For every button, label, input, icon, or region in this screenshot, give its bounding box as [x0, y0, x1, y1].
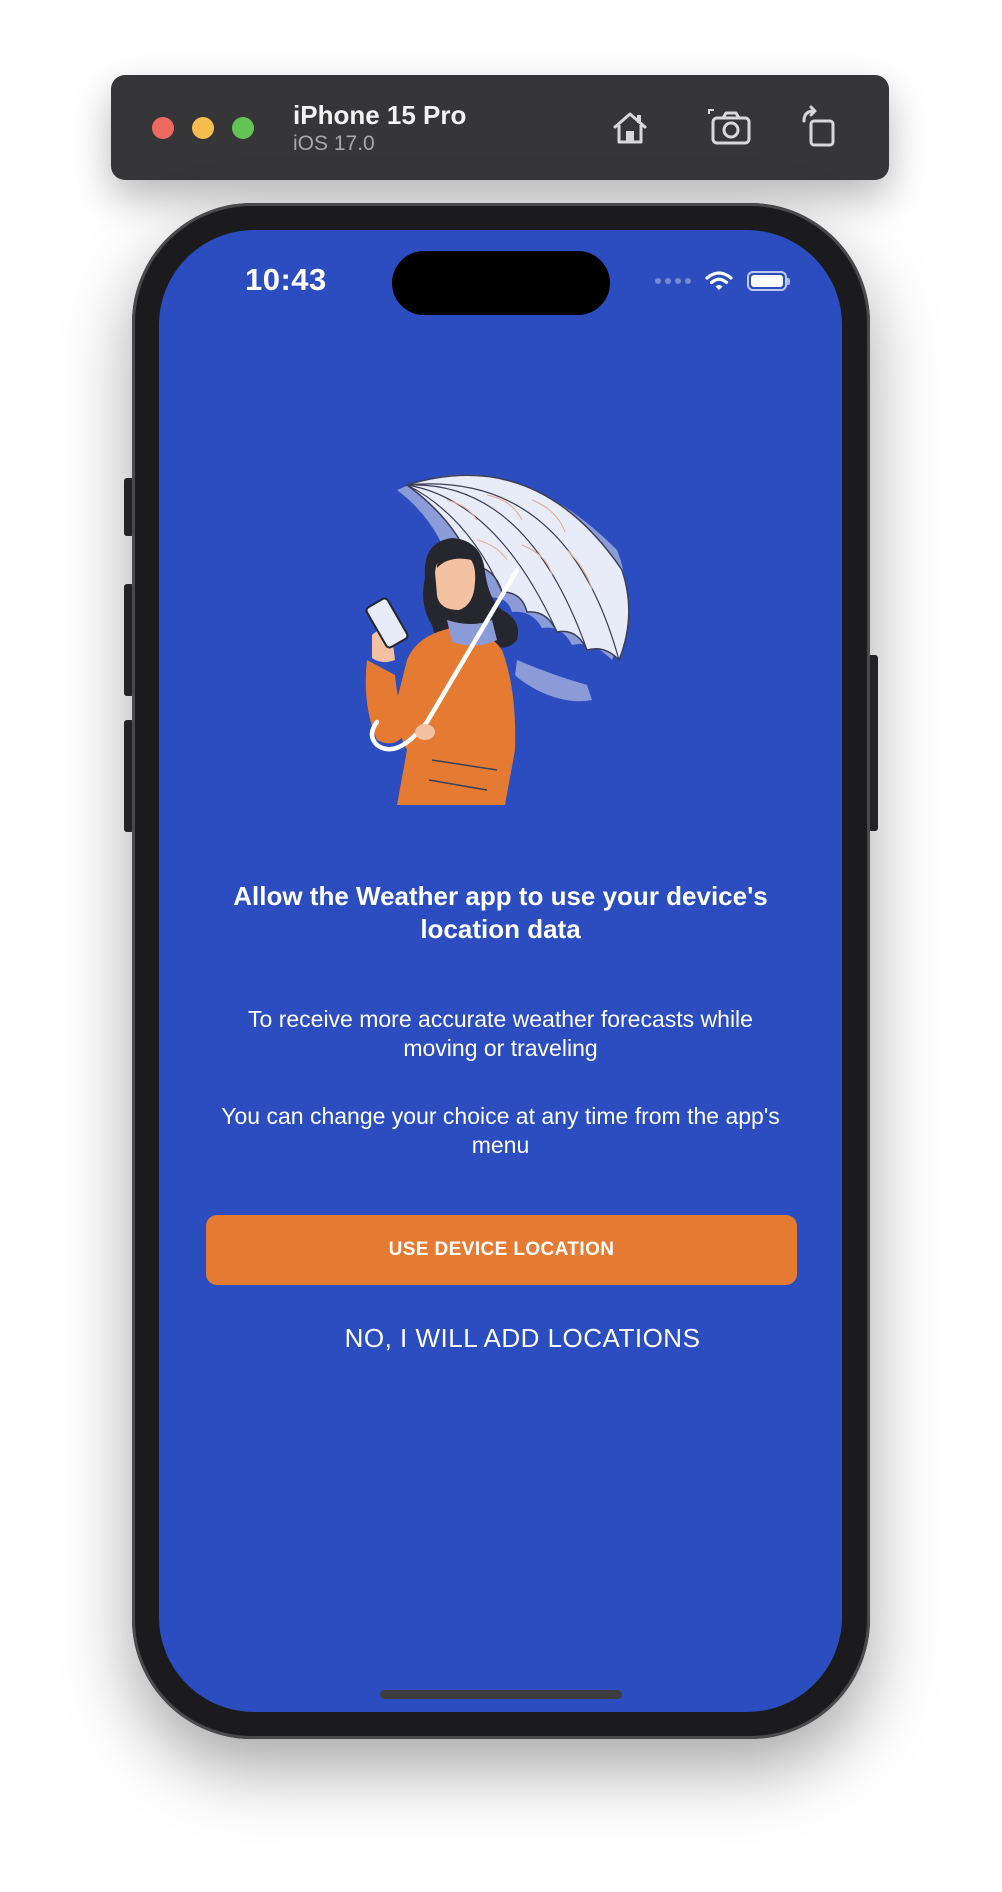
rotate-button[interactable]: [794, 103, 844, 153]
app-screen: 10:43 Allow the Weather app to use your …: [159, 230, 842, 1712]
close-window-button[interactable]: [152, 117, 174, 139]
home-button[interactable]: [605, 103, 655, 153]
wifi-icon: [705, 271, 733, 290]
rotate-icon: [802, 105, 835, 147]
woman-umbrella-illustration: [365, 474, 630, 805]
os-version: iOS 17.0: [293, 132, 375, 155]
battery-icon: [747, 271, 790, 291]
cellular-signal-icon: [655, 278, 691, 284]
use-device-location-button[interactable]: USE DEVICE LOCATION: [206, 1215, 797, 1285]
permission-title: Allow the Weather app to use your device…: [233, 881, 768, 944]
zoom-window-button[interactable]: [232, 117, 254, 139]
device-name: iPhone 15 Pro: [293, 100, 467, 130]
home-indicator[interactable]: [380, 1690, 622, 1699]
add-locations-manually-button[interactable]: NO, I WILL ADD LOCATIONS: [259, 1322, 786, 1355]
dynamic-island: [392, 251, 610, 315]
screenshot-button[interactable]: [705, 103, 755, 153]
home-icon: [613, 112, 647, 144]
status-time: 10:43: [245, 262, 327, 297]
screenshot-icon: [708, 109, 751, 145]
simulator-toolbar: iPhone 15 Pro iOS 17.0: [111, 75, 889, 180]
permission-reason: To receive more accurate weather forecas…: [248, 1006, 753, 1061]
minimize-window-button[interactable]: [192, 117, 214, 139]
permission-note: You can change your choice at any time f…: [221, 1103, 780, 1158]
status-icons: [655, 268, 790, 294]
